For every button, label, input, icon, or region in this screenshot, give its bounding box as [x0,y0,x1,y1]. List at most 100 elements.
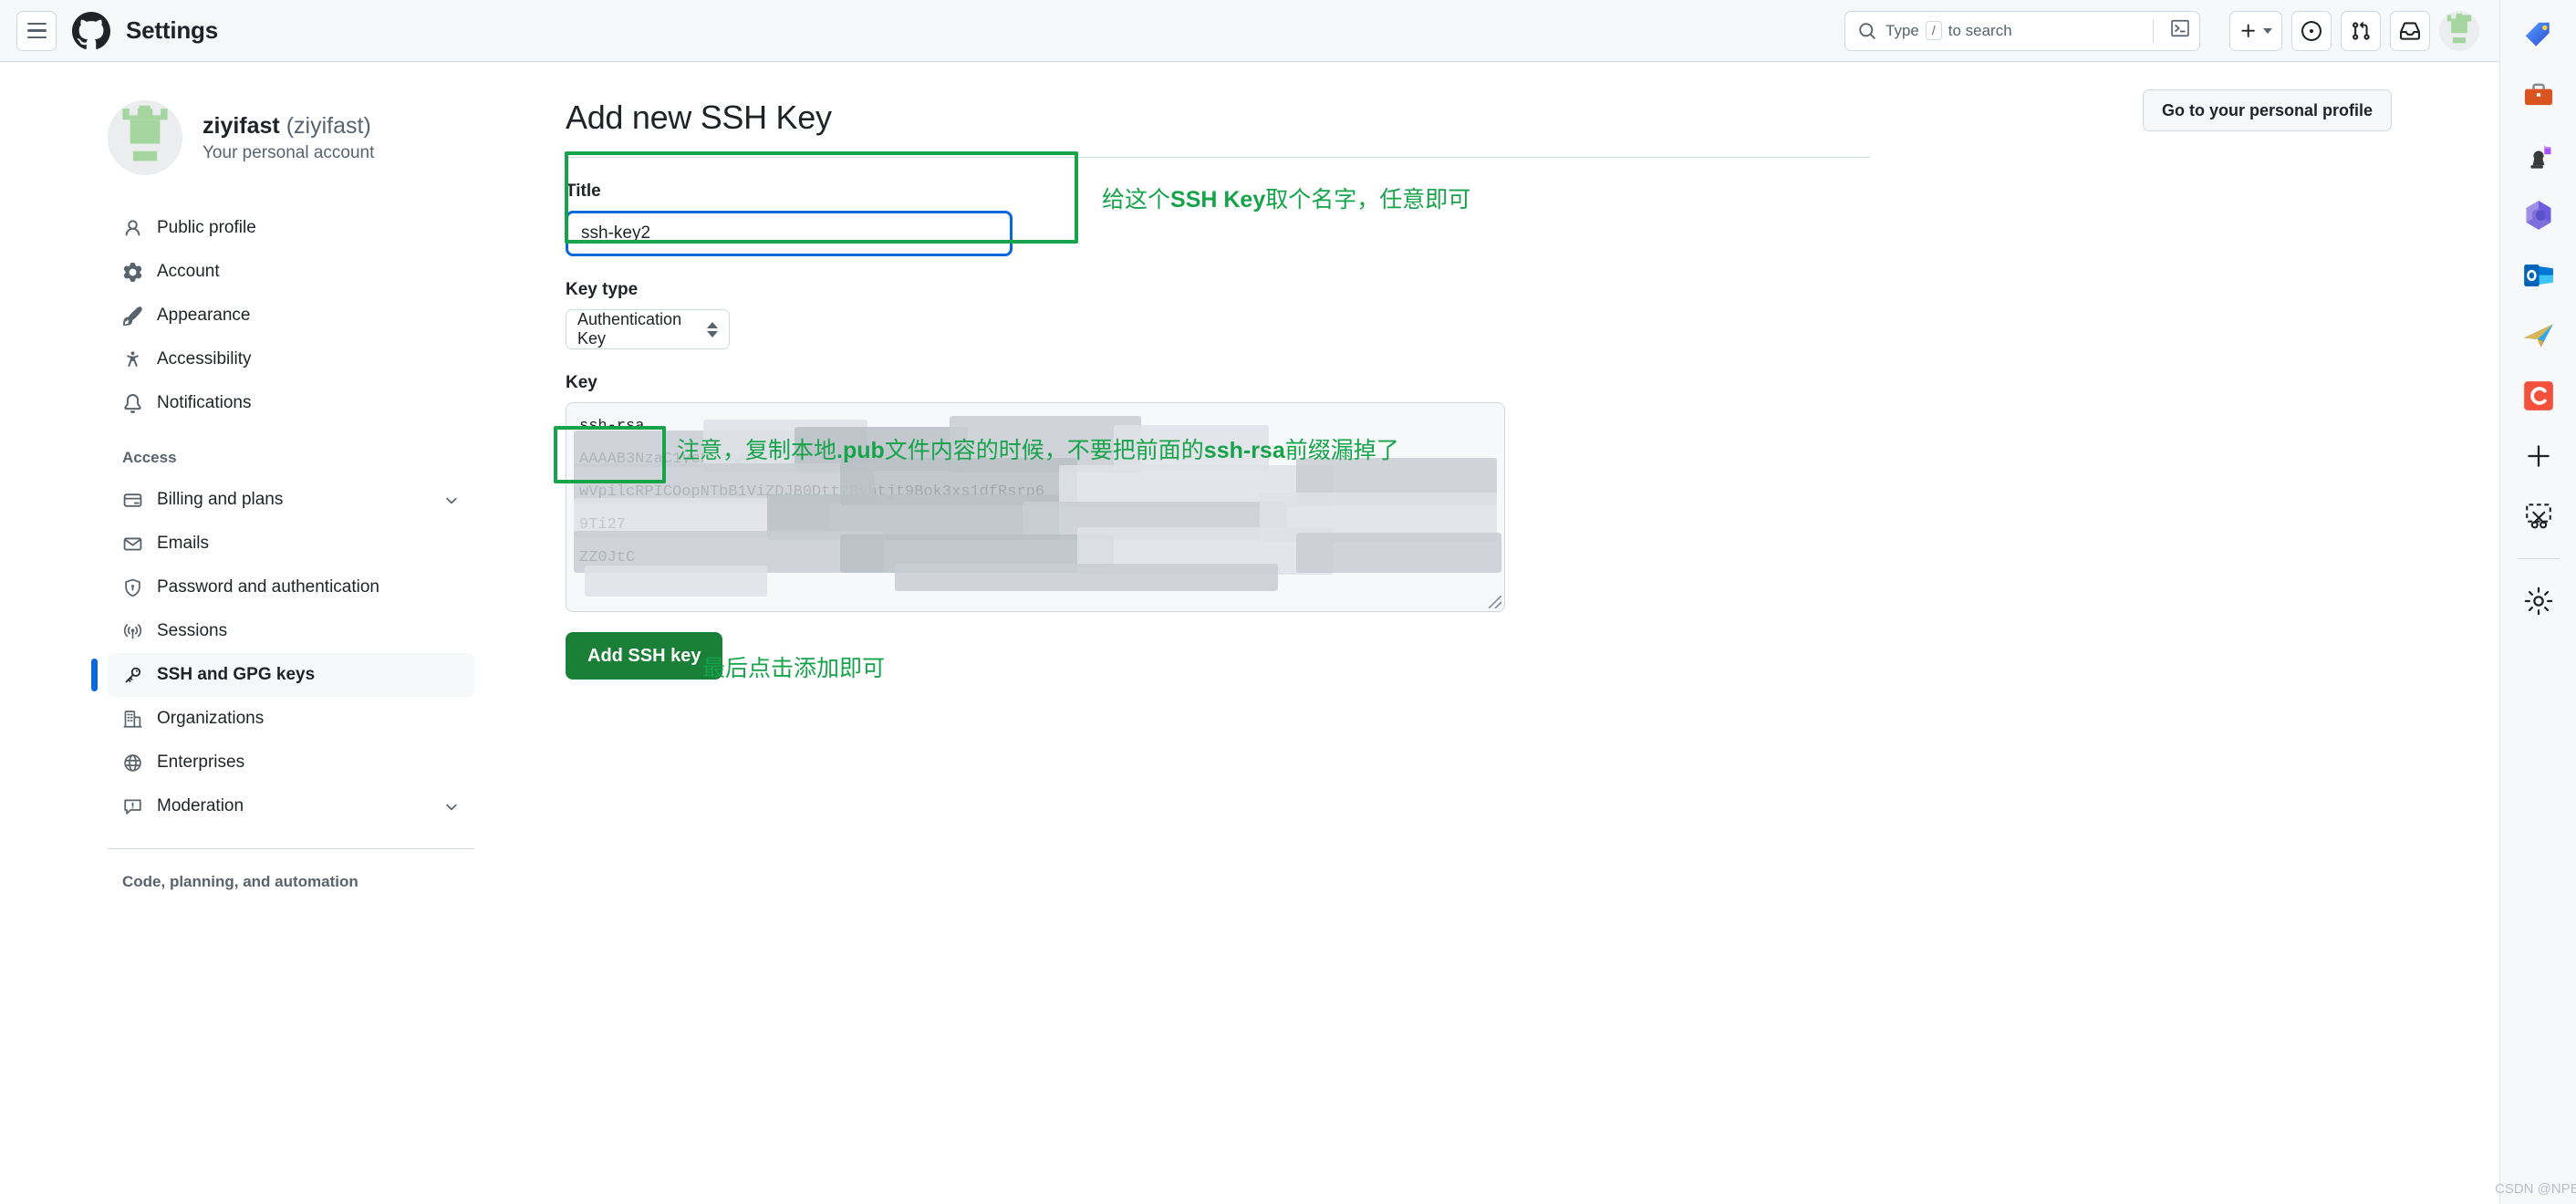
sidebar-item-emails[interactable]: Emails [108,522,474,566]
sidebar-item-sessions[interactable]: Sessions [108,609,474,653]
chess-pawn-icon[interactable] [2520,137,2557,173]
broadcast-icon [122,621,142,641]
sidebar-item-organizations[interactable]: Organizations [108,697,474,741]
toolbox-icon[interactable] [2520,77,2557,113]
settings-body: ziyifast (ziyifast) Your personal accoun… [0,62,2499,1204]
sidebar-item-notifications[interactable]: Notifications [108,381,474,425]
paper-plane-icon[interactable] [2520,317,2557,354]
annotation-title-prefix: 给这个 [1102,187,1170,213]
sidebar-item-accessibility[interactable]: Accessibility [108,337,474,381]
title-input[interactable] [566,211,1013,256]
search-input[interactable]: Type / to search [1844,11,2200,51]
report-icon [122,796,142,816]
sidebar-item-moderation[interactable]: Moderation [108,784,474,828]
price-tag-icon[interactable] [2520,16,2557,53]
annotation-title-suffix: 取个名字，任意即可 [1265,187,1470,213]
profile-handle: (ziyifast) [286,113,371,139]
app-root: Settings Type / to search [0,0,2576,1204]
sidebar-divider [108,848,474,849]
sidebar-item-label: Appearance [157,306,460,326]
page-title: Settings [126,16,218,45]
avatar[interactable] [2439,11,2479,51]
sidebar-item-label: Notifications [157,393,460,413]
search-divider [2153,19,2154,43]
sidebar-item-label: Enterprises [157,752,460,773]
gear-icon [122,262,142,282]
sidebar-item-label: SSH and GPG keys [157,665,460,685]
search-icon [1858,22,1876,40]
sidebar-item-label: Emails [157,534,460,554]
organization-icon [122,709,142,729]
shield-lock-icon [122,577,142,597]
outlook-icon[interactable] [2520,257,2557,294]
search-placeholder-prefix: Type [1885,22,1919,40]
command-palette-icon[interactable] [2170,18,2190,43]
rail-divider [2518,558,2560,559]
sidebar-item-enterprises[interactable]: Enterprises [108,741,474,784]
chevron-down-icon [2263,28,2272,34]
annotation-submit-note: 最后点击添加即可 [702,650,885,683]
key-type-select[interactable]: Authentication Key [566,309,730,349]
profile-display-name: ziyifast [203,113,280,139]
title-field-wrap [566,211,1013,256]
annotation-key-mid: 文件内容的时候，不要把前面的 [885,438,1204,463]
settings-main: Go to your personal profile Add new SSH … [566,62,2499,1204]
sidebar-item-label: Organizations [157,709,460,729]
sidebar-item-ssh-and-gpg-keys[interactable]: SSH and GPG keys [108,653,474,697]
add-extension-icon[interactable] [2520,438,2557,474]
accessibility-icon [122,349,142,369]
notifications-inbox-button[interactable] [2390,11,2430,51]
textarea-resize-handle[interactable] [1489,596,1501,608]
sidebar-item-label: Public profile [157,218,460,238]
redaction-block [895,564,1278,591]
watermark: CSDN @NPE~ [2495,1181,2576,1197]
github-global-header: Settings Type / to search [0,0,2499,62]
search-placeholder-suffix: to search [1948,22,2012,40]
red-c-app-icon[interactable] [2520,378,2557,414]
redaction-block [1296,533,1501,573]
annotation-title-note: 给这个SSH Key取个名字，任意即可 [1102,182,1470,214]
sidebar-group-access: Access [108,449,566,467]
chevron-down-icon [443,492,460,508]
create-new-button[interactable] [2229,11,2282,51]
add-ssh-key-button[interactable]: Add SSH key [566,632,722,680]
annotation-key-note: 注意，复制本地.pub文件内容的时候，不要把前面的ssh-rsa前缀漏掉了 [677,432,1399,465]
heading-divider [566,157,1870,158]
chevron-down-icon [443,798,460,815]
annotation-key-prefix: 注意，复制本地 [677,438,836,463]
sidebar-item-label: Account [157,262,460,282]
profile-summary: ziyifast (ziyifast) Your personal accoun… [108,100,566,175]
key-type-value: Authentication Key [577,310,698,348]
person-icon [122,218,142,238]
annotation-key-bold2: ssh-rsa [1204,438,1285,463]
hamburger-icon[interactable] [16,11,57,51]
sidebar-item-label: Password and authentication [157,577,460,597]
key-icon [122,665,142,685]
issues-button[interactable] [2291,11,2332,51]
profile-avatar[interactable] [108,100,182,175]
profile-text: ziyifast (ziyifast) Your personal accoun… [203,112,374,162]
settings-gear-icon[interactable] [2520,583,2557,619]
github-mark-icon[interactable] [69,9,113,53]
sidebar-item-appearance[interactable]: Appearance [108,294,474,337]
credit-card-icon [122,490,142,510]
sidebar-item-password-and-authentication[interactable]: Password and authentication [108,566,474,609]
sidebar-item-account[interactable]: Account [108,250,474,294]
go-to-personal-profile-button[interactable]: Go to your personal profile [2143,89,2392,131]
sidebar-group-code-planning-automation: Code, planning, and automation [108,873,566,891]
sidebar-item-public-profile[interactable]: Public profile [108,206,474,250]
browser-extension-rail: CSDN @NPE~ [2499,0,2576,1204]
key-type-label: Key type [566,280,1870,300]
key-field-label: Key [566,373,1870,393]
header-actions [2229,11,2479,51]
screenshot-scissors-icon[interactable] [2520,498,2557,535]
sidebar-item-billing-and-plans[interactable]: Billing and plans [108,478,474,522]
profile-name: ziyifast (ziyifast) [203,112,374,140]
pull-requests-button[interactable] [2341,11,2381,51]
mail-icon [122,534,142,554]
select-chevrons-icon [707,322,718,337]
globe-icon [122,752,142,773]
form-heading: Add new SSH Key [566,99,1870,137]
microsoft-365-icon[interactable] [2520,197,2557,234]
sidebar-item-label: Moderation [157,796,429,816]
